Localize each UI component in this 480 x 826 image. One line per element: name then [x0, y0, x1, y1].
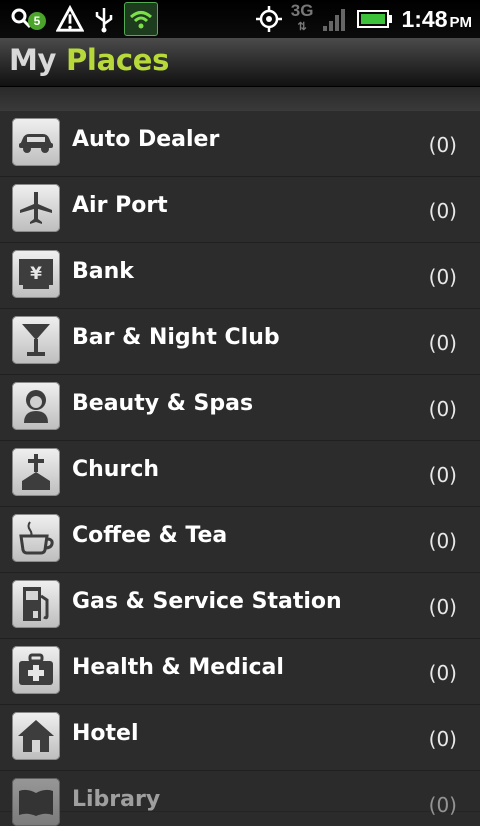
- car-icon: [12, 118, 60, 166]
- list-item-bank[interactable]: ¥ Bank (0): [0, 243, 480, 309]
- status-bar: 5 3G ⇅ 1:48 PM: [0, 0, 480, 38]
- list-item-count: (0): [428, 463, 457, 487]
- gas-pump-icon: [12, 580, 60, 628]
- list-item-label: Coffee & Tea: [72, 523, 228, 548]
- clock: 1:48 PM: [401, 5, 472, 32]
- wifi-app-icon: [124, 2, 158, 36]
- list-item-label: Auto Dealer: [72, 127, 220, 152]
- list-item-count: (0): [428, 793, 457, 817]
- svg-text:¥: ¥: [30, 264, 42, 284]
- network-type-indicator: 3G ⇅: [290, 1, 314, 33]
- page-title-part2: Places: [65, 43, 170, 77]
- yen-icon: ¥: [12, 250, 60, 298]
- list-item-auto-dealer[interactable]: Auto Dealer (0): [0, 111, 480, 177]
- list-item-count: (0): [428, 331, 457, 355]
- list-item-health-medical[interactable]: Health & Medical (0): [0, 639, 480, 705]
- list-item-label: Hotel: [72, 721, 139, 746]
- coffee-cup-icon: [12, 514, 60, 562]
- list-item-gas-service-station[interactable]: Gas & Service Station (0): [0, 573, 480, 639]
- list-item-count: (0): [428, 727, 457, 751]
- list-item-count: (0): [428, 199, 457, 223]
- airplane-icon: [12, 184, 60, 232]
- page-title-part1: My: [9, 43, 57, 77]
- list-item-air-port[interactable]: Air Port (0): [0, 177, 480, 243]
- list-item-hotel[interactable]: Hotel (0): [0, 705, 480, 771]
- list-item-label: Air Port: [72, 193, 168, 218]
- gps-icon: [255, 5, 283, 33]
- list-item-count: (0): [428, 397, 457, 421]
- battery-icon: [357, 5, 393, 33]
- list-item-count: (0): [428, 133, 457, 157]
- notification-count-badge: 5: [28, 12, 46, 30]
- usb-icon: [90, 5, 118, 33]
- list-item-label: Beauty & Spas: [72, 391, 254, 416]
- list-item-bar-night-club[interactable]: Bar & Night Club (0): [0, 309, 480, 375]
- medical-kit-icon: [12, 646, 60, 694]
- list-item-label: Church: [72, 457, 160, 482]
- house-icon: [12, 712, 60, 760]
- list-item-coffee-tea[interactable]: Coffee & Tea (0): [0, 507, 480, 573]
- list-item-label: Bar & Night Club: [72, 325, 280, 350]
- page-title: My Places: [9, 43, 169, 77]
- list-item-label: Health & Medical: [72, 655, 284, 680]
- woman-icon: [12, 382, 60, 430]
- church-icon: [12, 448, 60, 496]
- list-item-count: (0): [428, 661, 457, 685]
- list-item-library[interactable]: Library (0): [0, 771, 480, 826]
- warning-icon: [56, 5, 84, 33]
- status-left: 5: [8, 0, 158, 38]
- list-item-label: Bank: [72, 259, 134, 284]
- list-header-divider: [0, 87, 480, 111]
- book-icon: [12, 778, 60, 826]
- signal-icon: [321, 5, 349, 33]
- title-bar: My Places: [0, 38, 480, 87]
- cocktail-icon: [12, 316, 60, 364]
- status-right: 3G ⇅ 1:48 PM: [255, 0, 472, 38]
- list-item-label: Gas & Service Station: [72, 589, 342, 614]
- list-item-beauty-spas[interactable]: Beauty & Spas (0): [0, 375, 480, 441]
- list-item-count: (0): [428, 265, 457, 289]
- list-item-count: (0): [428, 529, 457, 553]
- list-item-church[interactable]: Church (0): [0, 441, 480, 507]
- list-item-count: (0): [428, 595, 457, 619]
- places-list: Auto Dealer (0) Air Port (0) ¥ Bank (0) …: [0, 111, 480, 826]
